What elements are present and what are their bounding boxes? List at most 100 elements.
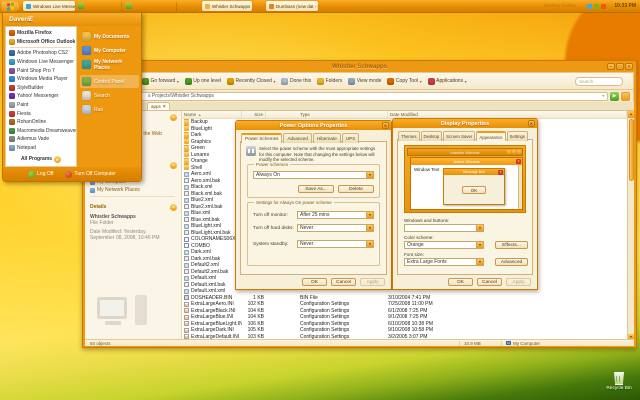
column-header-date[interactable]: Date Modified: [388, 111, 627, 118]
dialog-tab[interactable]: Themes: [398, 131, 420, 141]
folder-tab[interactable]: apps ×: [147, 102, 170, 110]
toolbar-button[interactable]: Up one level: [185, 78, 221, 85]
collapse-chevron-icon[interactable]: ^: [170, 204, 177, 211]
apply-button[interactable]: Apply: [360, 278, 385, 286]
dropdown-arrow-icon[interactable]: ▼: [366, 172, 373, 178]
quick-launch-icon[interactable]: [78, 3, 84, 9]
explorer-titlebar[interactable]: Whistler Schwapps – □ ×: [83, 61, 636, 72]
dropdown-arrow-icon[interactable]: ▼: [476, 242, 483, 248]
folder-options-icon[interactable]: [621, 92, 630, 101]
recycle-bin-icon[interactable]: Recycle Bin: [602, 372, 636, 391]
display-dialog-titlebar[interactable]: Display Properties ×: [393, 119, 537, 128]
file-row[interactable]: ExtraLargeAero.INI 102 KB Configuration …: [182, 301, 627, 308]
maximize-button[interactable]: □: [616, 63, 624, 70]
start-menu-program-item[interactable]: Yahoo! Messenger: [6, 92, 76, 101]
windows-buttons-dropdown[interactable]: ▼: [404, 224, 484, 232]
delete-button[interactable]: Delete: [338, 185, 374, 193]
file-row[interactable]: ExtraLargeBlueLight.INI 106 KB Configura…: [182, 321, 627, 328]
ok-button[interactable]: OK: [302, 278, 327, 286]
column-header-size[interactable]: Size: [242, 111, 266, 118]
dropdown-arrow-icon[interactable]: ▼: [366, 225, 373, 231]
file-row[interactable]: DOSHEADER.BIN 1 KB BIN File 3/10/2004 7:…: [182, 295, 627, 302]
tray-icon[interactable]: [587, 4, 592, 9]
toolbar-button[interactable]: Copy Tool: [387, 78, 421, 85]
dialog-tab[interactable]: Advanced: [283, 133, 311, 143]
dropdown-arrow-icon[interactable]: ▼: [366, 241, 373, 247]
address-input[interactable]: s Projects\Whistler Schwapps ▼: [89, 92, 608, 101]
file-row[interactable]: ExtraLargeDark.INI 105 KB Configuration …: [182, 327, 627, 334]
all-programs-button[interactable]: All Programs ►: [6, 154, 76, 164]
start-menu-program-item[interactable]: RohanOnline: [6, 118, 76, 127]
toolbar-button[interactable]: Applications: [428, 78, 467, 85]
start-menu-program-item[interactable]: Windows Live Messenger: [6, 58, 76, 67]
turn-off-computer-button[interactable]: Turn Off Computer: [65, 171, 115, 178]
dropdown-arrow-icon[interactable]: ▼: [476, 225, 483, 231]
start-menu-program-item[interactable]: Adobe Photoshop CS2: [6, 49, 76, 58]
power-dialog-titlebar[interactable]: Power Options Properties ×: [236, 121, 391, 130]
dialog-tab[interactable]: Hibernate: [313, 133, 341, 143]
taskbar-task-button[interactable]: Whistler Schwapps: [202, 1, 252, 11]
power-setting-dropdown[interactable]: Never ▼: [297, 224, 374, 232]
tab-close-icon[interactable]: ×: [163, 104, 166, 110]
close-icon[interactable]: ×: [382, 122, 389, 129]
close-button[interactable]: ×: [625, 63, 633, 70]
file-list-scrollbar[interactable]: ▲ ▼: [627, 111, 634, 341]
go-button[interactable]: ▶: [610, 92, 619, 101]
start-menu-program-item[interactable]: Microsoft Office Outlook: [6, 38, 76, 47]
power-setting-dropdown[interactable]: Never ▼: [297, 240, 374, 248]
apply-button[interactable]: Apply: [506, 278, 531, 286]
dialog-tab[interactable]: Desktop: [421, 131, 443, 141]
column-header-name[interactable]: Name ▲: [182, 111, 242, 118]
color-scheme-dropdown[interactable]: Orange ▼: [404, 241, 484, 249]
task-pane-item[interactable]: My Network Places: [90, 187, 181, 193]
start-menu-program-item[interactable]: Notepad: [6, 144, 76, 153]
power-scheme-dropdown[interactable]: Always On ▼: [253, 171, 374, 179]
start-menu-place-item[interactable]: Search: [80, 89, 139, 102]
dialog-tab[interactable]: Appearance: [476, 131, 505, 141]
start-menu-program-item[interactable]: StyleBuilder: [6, 84, 76, 93]
scrollbar-thumb[interactable]: [629, 119, 634, 181]
cancel-button[interactable]: Cancel: [477, 278, 502, 286]
dialog-tab[interactable]: Power Schemes: [241, 133, 282, 143]
toolbar-button[interactable]: Go forward: [142, 78, 179, 85]
start-menu-program-item[interactable]: Macromedia Dreamweaver 8: [6, 127, 76, 136]
effects-button[interactable]: Effects...: [495, 241, 528, 249]
start-menu-program-item[interactable]: Mozilla Firefox: [6, 29, 76, 38]
dialog-tab[interactable]: Screen Saver: [443, 131, 475, 141]
minimize-button[interactable]: –: [607, 63, 615, 70]
start-menu-place-item[interactable]: My Computer: [80, 44, 139, 57]
close-icon[interactable]: ×: [528, 120, 535, 127]
collapse-chevron-icon[interactable]: ^: [170, 114, 177, 121]
file-row[interactable]: ExtraLargeBlack.INI 104 KB Configuration…: [182, 308, 627, 315]
start-menu-place-item[interactable]: My Network Places: [80, 58, 139, 71]
collapse-chevron-icon[interactable]: ^: [170, 162, 177, 169]
toolbar-button[interactable]: View mode: [348, 78, 381, 85]
column-header-type[interactable]: Type: [266, 111, 388, 118]
start-menu-place-item[interactable]: My Documents: [80, 30, 139, 43]
taskbar-task-button[interactable]: Dumbass (new dat - M...: [266, 1, 318, 11]
dropdown-arrow-icon[interactable]: ▼: [366, 212, 373, 218]
start-button[interactable]: [1, 1, 20, 12]
save-as-button[interactable]: Save As...: [298, 185, 334, 193]
tray-icon[interactable]: [601, 4, 606, 9]
tray-icon[interactable]: [594, 4, 599, 9]
toolbar-button[interactable]: Recently Closed: [227, 78, 275, 85]
power-setting-dropdown[interactable]: After 25 mins ▼: [297, 211, 374, 219]
scroll-up-icon[interactable]: ▲: [628, 111, 634, 118]
dropdown-arrow-icon[interactable]: ▼: [476, 259, 483, 265]
address-dropdown-icon[interactable]: ▼: [602, 94, 607, 98]
task-pane-section-header[interactable]: Details ^: [90, 203, 181, 211]
file-row[interactable]: ExtraLargeBlue.INI 104 KB Configuration …: [182, 314, 627, 321]
advanced-button[interactable]: Advanced: [495, 258, 528, 266]
quick-launch-icon[interactable]: [126, 3, 132, 9]
start-menu-program-item[interactable]: Paint Shop Pro 7: [6, 66, 76, 75]
ok-button[interactable]: OK: [448, 278, 473, 286]
search-input[interactable]: [575, 77, 623, 86]
dialog-tab[interactable]: Settings: [507, 131, 529, 141]
start-menu-program-item[interactable]: Fiesta: [6, 109, 76, 118]
start-menu-place-item[interactable]: Control Panel: [80, 75, 139, 88]
taskbar-clock[interactable]: 10:33 PM: [614, 3, 636, 9]
cancel-button[interactable]: Cancel: [331, 278, 356, 286]
taskbar-task-button[interactable]: Windows Live Messenger: [23, 1, 75, 11]
start-menu-program-item[interactable]: Adiemus Vade: [6, 135, 76, 144]
